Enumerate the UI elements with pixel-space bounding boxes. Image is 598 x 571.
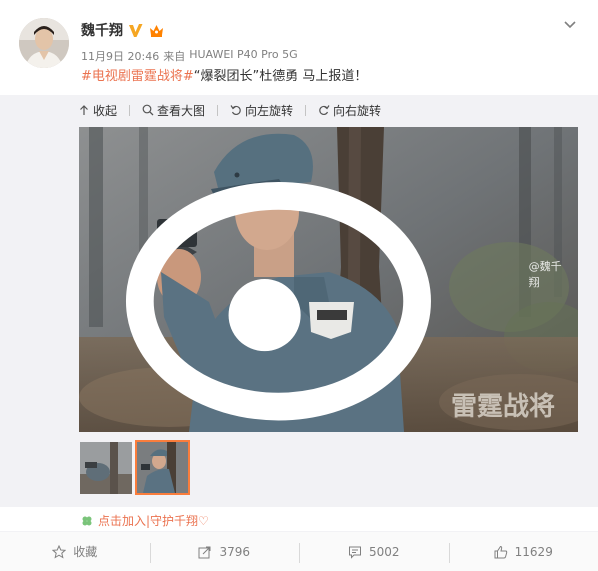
chevron-down-icon [564, 21, 576, 29]
star-icon [52, 544, 67, 559]
weibo-logo-icon [125, 182, 431, 421]
post-source-prefix: 来自 [163, 50, 186, 63]
member-crown-icon[interactable] [148, 23, 165, 38]
media-toolbar: 收起 查看大图 向左旋转 向右旋转 [78, 101, 396, 119]
like-button[interactable]: 11629 [448, 532, 598, 571]
repost-icon [198, 546, 211, 558]
view-large-label: 查看大图 [157, 103, 206, 118]
weibo-post-card: 魏千翔 11月9日 20:46 来自 HUAWEI P40 Pro 5G #电视… [0, 0, 598, 571]
avatar[interactable] [19, 18, 69, 68]
post-text: #电视剧雷霆战将#“爆裂团长”杜德勇 马上报道！ [81, 68, 367, 86]
repost-button[interactable]: 3796 [149, 532, 300, 571]
media-panel: 收起 查看大图 向左旋转 向右旋转 雷霆战将 @魏千翔 [0, 95, 598, 507]
repost-count: 3796 [219, 544, 251, 559]
post-timestamp[interactable]: 11月9日 20:46 [81, 48, 159, 64]
rotate-right-button[interactable]: 向右旋转 [318, 102, 381, 119]
post-source-device[interactable]: HUAWEI P40 Pro 5G [189, 48, 297, 64]
collapse-button[interactable]: 收起 [78, 102, 117, 119]
thumbs-up-icon [494, 545, 507, 558]
action-bar: 收藏 3796 5002 11629 [0, 531, 598, 571]
toolbar-divider [305, 104, 307, 116]
magnifier-icon [142, 104, 154, 116]
user-name-row: 魏千翔 [81, 20, 165, 40]
rotate-left-icon [230, 105, 241, 116]
like-count: 11629 [514, 544, 553, 559]
thumbnail-2-selected[interactable] [135, 440, 190, 495]
photo-watermark-user: @魏千翔 [79, 127, 570, 426]
support-link[interactable]: 点击加入|守护千翔♡ [81, 512, 209, 529]
collapse-label: 收起 [93, 103, 118, 118]
thumbnail-1[interactable] [80, 442, 132, 494]
post-body: “爆裂团长”杜德勇 马上报道！ [193, 69, 368, 84]
hashtag-link[interactable]: #电视剧雷霆战将# [81, 69, 194, 84]
user-name[interactable]: 魏千翔 [81, 20, 123, 40]
rotate-right-icon [319, 105, 330, 116]
thumbnail-image-1 [80, 442, 132, 494]
clover-icon [82, 516, 92, 525]
rotate-left-button[interactable]: 向左旋转 [230, 102, 293, 119]
post-meta: 11月9日 20:46 来自 HUAWEI P40 Pro 5G [81, 48, 298, 64]
toolbar-divider [217, 104, 219, 116]
support-link-label: 点击加入|守护千翔♡ [98, 514, 209, 528]
rotate-left-label: 向左旋转 [245, 103, 294, 118]
more-options-button[interactable] [562, 16, 578, 32]
comment-button[interactable]: 5002 [299, 532, 449, 571]
thumbnail-image-2 [137, 442, 188, 493]
favorite-label: 收藏 [73, 545, 98, 559]
main-photo[interactable]: 雷霆战将 @魏千翔 [79, 127, 578, 432]
view-large-button[interactable]: 查看大图 [142, 102, 205, 119]
photo-watermark-user-text: @魏千翔 [528, 259, 562, 289]
toolbar-divider [129, 104, 131, 116]
favorite-button[interactable]: 收藏 [0, 532, 150, 571]
rotate-right-label: 向右旋转 [333, 103, 382, 118]
comment-count: 5002 [368, 544, 400, 559]
avatar-image [19, 18, 69, 68]
collapse-up-icon [80, 105, 88, 115]
verified-v-icon[interactable] [128, 23, 143, 38]
comment-icon [348, 546, 361, 559]
